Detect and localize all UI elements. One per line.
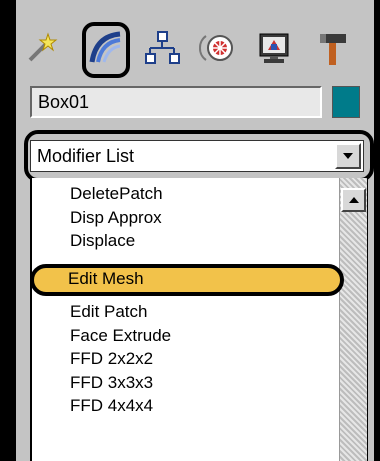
- list-item[interactable]: FFD 2x2x2: [70, 347, 330, 371]
- scroll-up-button[interactable]: [341, 188, 366, 212]
- list-item[interactable]: Disp Approx: [70, 206, 330, 230]
- tab-create[interactable]: [20, 26, 64, 70]
- chevron-up-icon: [348, 197, 359, 203]
- list-item[interactable]: Edit Patch: [70, 300, 330, 324]
- object-name-field[interactable]: Box01: [30, 86, 322, 118]
- modifier-dropdown-list[interactable]: DeletePatch Disp Approx Displace Edit No…: [30, 178, 368, 461]
- tab-motion[interactable]: [194, 26, 238, 70]
- wand-star-icon: [28, 32, 58, 62]
- list-item[interactable]: DeletePatch: [70, 182, 330, 206]
- motion-icon: [199, 35, 233, 61]
- tab-hierarchy[interactable]: [140, 26, 184, 70]
- tab-display[interactable]: [252, 26, 296, 70]
- modifier-list-highlight: [24, 130, 374, 182]
- command-panel-frame: Box01 Modifier List DeletePatch Disp App…: [0, 0, 380, 461]
- list-item[interactable]: Displace: [70, 229, 330, 253]
- list-item[interactable]: Face Extrude: [70, 324, 330, 348]
- list-scrollbar[interactable]: [339, 178, 367, 461]
- edit-mesh-item-label[interactable]: Edit Mesh: [68, 267, 144, 291]
- display-monitor-icon: [259, 33, 289, 63]
- command-panel-tabs: [18, 20, 370, 75]
- right-border: [374, 0, 380, 461]
- modifier-items: DeletePatch Disp Approx Displace Edit No…: [70, 182, 330, 418]
- object-color-swatch[interactable]: [332, 86, 360, 118]
- hammer-icon: [320, 34, 346, 65]
- tab-utilities[interactable]: [310, 26, 354, 70]
- list-item[interactable]: FFD 3x3x3: [70, 371, 330, 395]
- list-item[interactable]: FFD 4x4x4: [70, 394, 330, 418]
- hierarchy-icon: [145, 31, 180, 64]
- left-border: [0, 0, 16, 461]
- modify-tab-highlight: [82, 22, 130, 78]
